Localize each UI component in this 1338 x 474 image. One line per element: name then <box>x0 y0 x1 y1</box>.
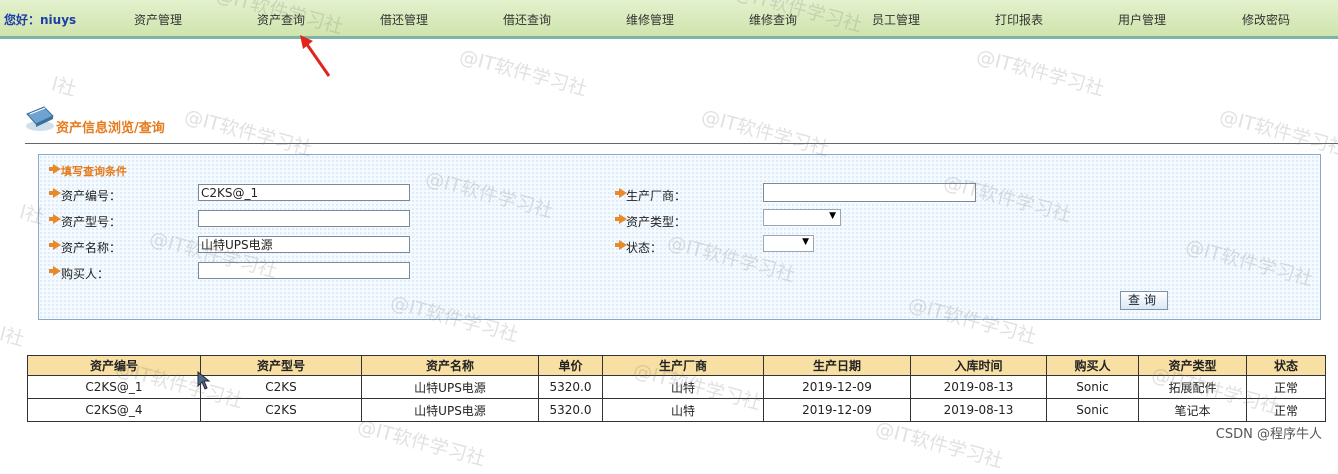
notebook-icon <box>26 106 54 131</box>
cell-asset-name: 山特UPS电源 <box>361 375 539 399</box>
nav-item-asset-management[interactable]: 资产管理 <box>134 11 182 28</box>
column-header-asset-type: 资产类型 <box>1138 355 1247 376</box>
watermark-text: @IT软件学习社 <box>1217 105 1338 161</box>
status-select[interactable]: ▼ <box>763 235 814 252</box>
cell-stock-in-time: 2019-08-13 <box>910 375 1047 399</box>
column-header-asset-no: 资产编号 <box>27 355 201 376</box>
query-button[interactable]: 查询 <box>1120 291 1168 310</box>
orange-arrow-icon <box>49 214 61 224</box>
nav-item-change-password[interactable]: 修改密码 <box>1242 11 1290 28</box>
column-header-buyer: 购买人 <box>1046 355 1139 376</box>
asset-results-table: 资产编号 资产型号 资产名称 单价 生产厂商 生产日期 入库时间 购买人 资产类… <box>27 355 1326 422</box>
header-divider <box>25 143 1338 144</box>
asset-no-input[interactable] <box>198 184 410 201</box>
cell-manufacturer: 山特 <box>602 375 764 399</box>
mouse-cursor-icon <box>197 371 211 390</box>
orange-arrow-icon <box>49 266 61 276</box>
nav-item-borrow-management[interactable]: 借还管理 <box>380 11 428 28</box>
orange-arrow-icon <box>49 240 61 250</box>
buyer-label: 购买人： <box>61 267 110 281</box>
nav-item-user-management[interactable]: 用户管理 <box>1118 11 1166 28</box>
status-label: 状态： <box>626 241 663 255</box>
asset-model-input[interactable] <box>198 210 410 227</box>
watermark-text: @IT软件学习社 <box>974 45 1107 101</box>
orange-arrow-icon <box>49 164 61 174</box>
table-header-row: 资产编号 资产型号 资产名称 单价 生产厂商 生产日期 入库时间 购买人 资产类… <box>27 355 1326 376</box>
column-header-unit-price: 单价 <box>538 355 603 376</box>
manufacturer-input[interactable] <box>763 183 976 202</box>
column-header-asset-name: 资产名称 <box>361 355 539 376</box>
manufacturer-label: 生产厂商： <box>626 189 687 203</box>
asset-no-label: 资产编号： <box>61 189 122 203</box>
watermark-text: @IT软件学习社 <box>873 417 1006 473</box>
buyer-input[interactable] <box>198 262 410 279</box>
cell-stock-in-time: 2019-08-13 <box>910 398 1047 422</box>
query-panel-title: 填写查询条件 <box>61 165 127 178</box>
greeting-text: 您好：niuys <box>4 13 77 27</box>
cell-asset-model: C2KS <box>200 375 362 399</box>
watermark-text: @IT软件学习社 <box>699 105 832 161</box>
cell-buyer: Sonic <box>1046 375 1139 399</box>
page-title: 资产信息浏览/查询 <box>56 121 165 136</box>
nav-item-repair-management[interactable]: 维修管理 <box>626 11 674 28</box>
column-header-manufacturer: 生产厂商 <box>602 355 764 376</box>
watermark-text: @IT软件学习社 <box>457 45 590 101</box>
watermark-text: l社 <box>49 73 79 101</box>
cell-unit-price: 5320.0 <box>538 398 603 422</box>
orange-arrow-icon <box>49 188 61 198</box>
table-row[interactable]: C2KS@_1 C2KS 山特UPS电源 5320.0 山特 2019-12-0… <box>27 375 1326 399</box>
asset-type-label: 资产类型： <box>626 215 687 229</box>
nav-item-asset-query[interactable]: 资产查询 <box>257 11 305 28</box>
cell-production-date: 2019-12-09 <box>763 375 911 399</box>
nav-item-borrow-query[interactable]: 借还查询 <box>503 11 551 28</box>
cell-asset-model: C2KS <box>200 398 362 422</box>
cell-unit-price: 5320.0 <box>538 375 603 399</box>
column-header-production-date: 生产日期 <box>763 355 911 376</box>
cell-production-date: 2019-12-09 <box>763 398 911 422</box>
query-panel: 填写查询条件 资产编号： 资产型号： 资产名称： 购买人： 生产厂商： 资产类型… <box>38 154 1321 320</box>
cell-buyer: Sonic <box>1046 398 1139 422</box>
csdn-credit: CSDN @程序牛人 <box>1215 427 1322 442</box>
cell-asset-type: 笔记本 <box>1138 398 1247 422</box>
top-navigation-bar: 您好：niuys 资产管理 资产查询 借还管理 借还查询 维修管理 维修查询 员… <box>0 0 1338 39</box>
nav-item-repair-query[interactable]: 维修查询 <box>749 11 797 28</box>
dropdown-caret-icon: ▼ <box>802 237 809 247</box>
asset-type-select[interactable]: ▼ <box>763 209 841 226</box>
asset-model-label: 资产型号： <box>61 215 122 229</box>
nav-item-staff-management[interactable]: 员工管理 <box>872 11 920 28</box>
column-header-asset-model: 资产型号 <box>200 355 362 376</box>
watermark-text: @IT软件学习社 <box>182 105 315 161</box>
dropdown-caret-icon: ▼ <box>829 211 836 221</box>
column-header-stock-in-time: 入库时间 <box>910 355 1047 376</box>
cell-status: 正常 <box>1246 398 1326 422</box>
cell-manufacturer: 山特 <box>602 398 764 422</box>
cell-status: 正常 <box>1246 375 1326 399</box>
nav-item-print-report[interactable]: 打印报表 <box>995 11 1043 28</box>
watermark-text: l社 <box>0 323 27 351</box>
cell-asset-no: C2KS@_1 <box>27 375 201 399</box>
column-header-status: 状态 <box>1246 355 1326 376</box>
cell-asset-name: 山特UPS电源 <box>361 398 539 422</box>
cell-asset-no: C2KS@_4 <box>27 398 201 422</box>
asset-name-label: 资产名称： <box>61 241 122 255</box>
asset-name-input[interactable] <box>198 236 410 253</box>
table-row[interactable]: C2KS@_4 C2KS 山特UPS电源 5320.0 山特 2019-12-0… <box>27 398 1326 422</box>
cell-asset-type: 拓展配件 <box>1138 375 1247 399</box>
annotation-arrow-icon <box>300 35 331 77</box>
